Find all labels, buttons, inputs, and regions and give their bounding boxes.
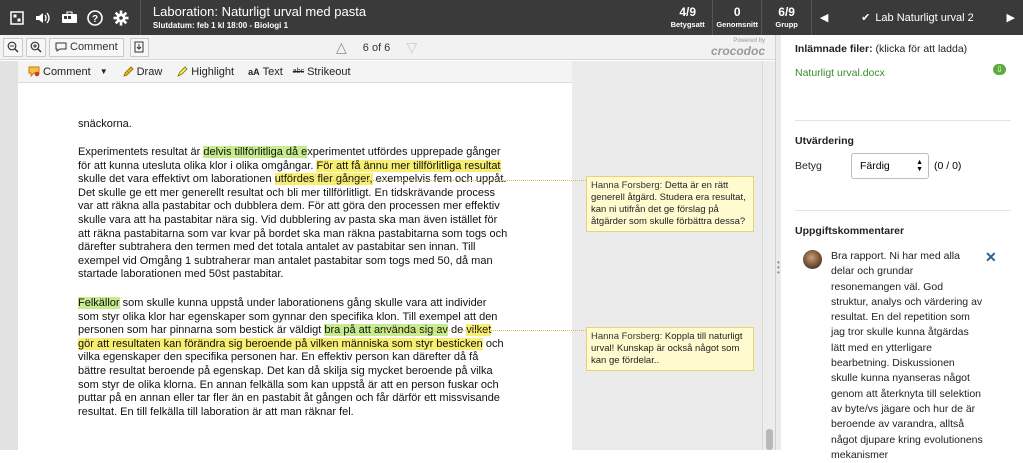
top-icons: ? (0, 0, 134, 35)
grade-score: (0 / 0) (934, 160, 962, 172)
assignment-due: Slutdatum: feb 1 kl 18:00 - Biologi 1 (152, 20, 289, 30)
comments-heading: Uppgiftskommentarer (795, 225, 905, 237)
stat-average: 0 Genomsnitt (713, 0, 762, 35)
note-leader-line (379, 330, 586, 331)
svg-text:?: ? (92, 14, 98, 25)
draw-tool-label: Draw (136, 65, 163, 78)
highlighter-icon (177, 65, 188, 77)
stat-value: 4/9 (679, 5, 697, 19)
annotation-margin (572, 61, 762, 450)
text-run: skulle det vara effektivt om laboratione… (78, 173, 275, 186)
avatar (803, 250, 822, 269)
text-size-icon: aA (248, 66, 260, 77)
stat-label: Genomsnitt (716, 20, 758, 29)
scroll-thumb[interactable] (766, 429, 773, 450)
comment-tool-label: Comment (43, 65, 91, 78)
stat-value: 0 (733, 5, 741, 19)
text-run: Experimentets resultat är (78, 146, 204, 158)
annotation-toolbar: Comment ▼ Draw Highlight aA Text abc Str… (18, 61, 572, 83)
annotation-note[interactable]: Hanna Forsberg: Koppla till naturligt ur… (586, 327, 754, 371)
zoom-in-icon (30, 41, 42, 53)
next-student-icon[interactable]: ▶ (1007, 11, 1015, 24)
prev-student-icon[interactable]: ◀ (820, 11, 828, 24)
submitted-files-hint: (klicka för att ladda) (875, 43, 968, 55)
stat-label: Betygsatt (670, 20, 705, 29)
grid-icon[interactable] (4, 0, 30, 35)
yellow-highlight[interactable]: För att få ännu mer tillförlitliga resul… (316, 159, 501, 172)
zoom-out-button[interactable] (3, 37, 23, 57)
pencil-icon (122, 65, 134, 77)
text-run: exempelvis fem och uppåt. Det skulle ge … (78, 173, 508, 281)
paragraph-results: Experimentets resultat är delvis tillför… (78, 146, 508, 282)
note-leader-line (326, 180, 586, 181)
submitted-file-link[interactable]: Naturligt urval.docx (795, 67, 885, 79)
stat-value: 6/9 (778, 5, 795, 19)
strikeout-tool-label: Strikeout (307, 65, 351, 78)
delete-comment-icon[interactable]: ✕ (985, 249, 997, 266)
help-icon[interactable]: ? (82, 0, 108, 35)
comment-toggle-button[interactable]: Comment (49, 37, 124, 57)
text-tool-label: Text (262, 65, 283, 78)
page-navigator: △ 6 of 6 ▽ (336, 35, 417, 60)
zoom-in-button[interactable] (26, 37, 46, 57)
comment-toggle-label: Comment (70, 41, 118, 53)
logo-name: crocodoc (710, 44, 765, 58)
submitted-files-heading: Inlämnade filer: (795, 43, 873, 55)
crocodoc-logo: Powered by crocodoc (711, 38, 765, 57)
next-page-icon[interactable]: ▽ (406, 39, 417, 56)
strikeout-tool[interactable]: abc Strikeout (293, 66, 351, 78)
comment-tool-icon (28, 66, 40, 77)
assignment-title[interactable]: Laboration: Naturligt urval med pasta (153, 4, 551, 20)
text-tool[interactable]: aA Text (248, 66, 283, 78)
divider (795, 210, 1011, 211)
strikeout-icon: abc (292, 68, 305, 75)
comment-tool[interactable]: Comment ▼ (28, 66, 108, 78)
grade-label: Betyg (795, 160, 822, 172)
stat-group: 6/9 Grupp (762, 0, 811, 35)
chevron-down-icon[interactable]: ▼ (100, 67, 108, 76)
download-button[interactable] (129, 37, 149, 57)
bus-icon[interactable] (56, 0, 82, 35)
student-selector[interactable]: ✔ Lab Naturligt urval 2 (861, 11, 974, 25)
top-bar: ? Laboration: Naturligt urval med pasta … (0, 0, 1023, 35)
gear-icon[interactable] (108, 0, 134, 35)
cloud-download-icon[interactable]: ⇩ (993, 64, 1006, 75)
speech-bubble-icon (55, 42, 67, 52)
select-arrows-icon: ▲ ▼ (916, 159, 923, 173)
stat-label: Grupp (775, 20, 798, 29)
note-author: Hanna Forsberg: (591, 331, 663, 342)
annotation-note[interactable]: Hanna Forsberg: Detta är en rätt generel… (586, 176, 754, 232)
speaker-icon[interactable] (30, 0, 56, 35)
submitted-files-label: Inlämnade filer: (klicka för att ladda) (795, 43, 967, 55)
student-navigator: ◀ ✔ Lab Naturligt urval 2 ▶ (812, 0, 1023, 35)
green-highlight[interactable]: delvis tillförlitliga då e (203, 146, 308, 158)
highlight-tool-label: Highlight (191, 65, 235, 78)
evaluation-heading: Utvärdering (795, 135, 854, 147)
checkmark-icon: ✔ (861, 12, 871, 24)
grading-panel: Inlämnade filer: (klicka för att ladda) … (781, 35, 1023, 461)
prev-page-icon[interactable]: △ (336, 39, 347, 56)
paragraph-error-sources: Felkällor som skulle kunna uppstå under … (78, 297, 508, 419)
green-highlight[interactable]: Felkällor (78, 297, 120, 309)
document-toolbar: Comment △ 6 of 6 ▽ Powered by crocodoc (0, 35, 775, 60)
download-icon (134, 41, 144, 53)
note-author: Hanna Forsberg: (591, 180, 663, 191)
teacher-comment: Bra rapport. Ni har med alla delar och g… (831, 250, 983, 461)
page-indicator: 6 of 6 (362, 41, 391, 54)
paragraph-intro: snäckorna. (78, 118, 132, 130)
highlight-tool[interactable]: Highlight (176, 66, 234, 78)
zoom-out-icon (7, 41, 19, 53)
draw-tool[interactable]: Draw (122, 65, 163, 78)
student-name: Lab Naturligt urval 2 (875, 11, 974, 24)
grade-select[interactable]: Färdig ▲ ▼ (851, 153, 929, 179)
stat-graded: 4/9 Betygsatt (663, 0, 712, 35)
document-scrollbar[interactable] (762, 61, 775, 450)
grade-select-value: Färdig (860, 160, 890, 172)
drag-handle-icon[interactable]: • • • (777, 259, 780, 277)
assignment-header: Laboration: Naturligt urval med pasta Sl… (141, 4, 551, 32)
divider (795, 120, 1011, 121)
